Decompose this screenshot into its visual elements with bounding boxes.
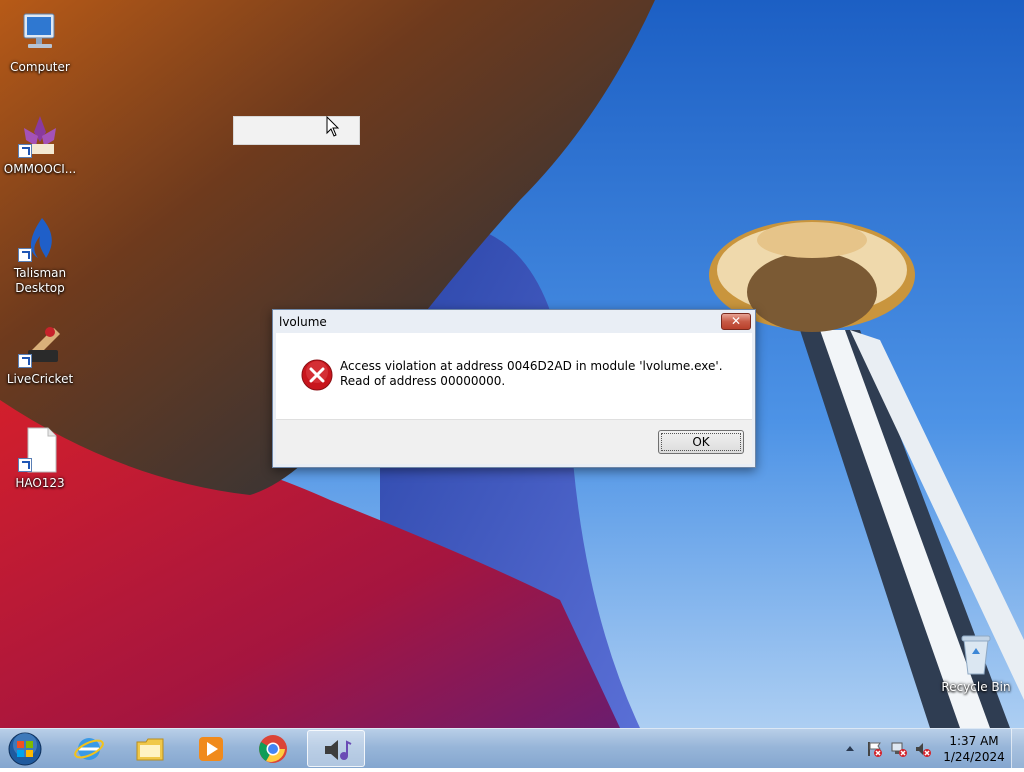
volume-muted-icon[interactable] [914,740,932,758]
taskbar: 1:37 AM 1/24/2024 [0,728,1024,769]
taskbar-internet-explorer[interactable] [60,730,118,767]
ok-button[interactable]: OK [658,430,744,454]
cricket-bat-icon [16,322,64,370]
desktop-icon-ommoocl[interactable]: OMMOOCI... [0,112,80,177]
desktop-icon-label: OMMOOCI... [3,162,77,176]
desktop-icon-recycle-bin[interactable]: Recycle Bin [936,630,1016,695]
desktop-icon-computer[interactable]: Computer [0,10,80,75]
dialog-title: lvolume [279,315,327,329]
mouse-cursor-icon [326,116,340,137]
show-desktop-button[interactable] [1011,729,1024,769]
desktop-icon-hao123[interactable]: HAO123 [0,426,80,491]
dialog-message: Access violation at address 0046D2AD in … [340,359,723,388]
lvolume-app-icon [325,740,352,760]
taskbar-file-explorer[interactable] [121,730,179,767]
blank-file-icon [16,426,64,474]
file-explorer-icon [136,738,164,761]
shortcut-arrow-icon [18,354,32,368]
error-icon [301,359,333,391]
shortcut-arrow-icon [18,144,32,158]
lotus-app-icon [16,112,64,160]
media-player-icon [199,737,223,761]
error-dialog: lvolume ✕ Access violation at address 00… [272,309,756,468]
show-hidden-icons-icon[interactable] [844,743,856,753]
desktop-icon-label: HAO123 [15,476,65,490]
desktop-icon-label: Talisman Desktop [13,266,67,295]
taskbar-lvolume[interactable] [307,730,365,767]
start-button[interactable] [4,730,46,768]
taskbar-clock[interactable]: 1:37 AM 1/24/2024 [942,733,1006,765]
desktop-icon-label: Recycle Bin [941,680,1011,694]
dialog-footer: OK [276,419,752,464]
action-center-flag-icon[interactable] [866,740,884,758]
blank-tooltip [233,116,360,145]
desktop-icon-label: LiveCricket [6,372,74,386]
network-disconnected-icon[interactable] [890,740,908,758]
clock-date: 1/24/2024 [943,750,1005,764]
shortcut-arrow-icon [18,458,32,472]
recycle-bin-icon [952,630,1000,678]
dialog-body: Access violation at address 0046D2AD in … [276,333,752,419]
taskbar-chrome[interactable] [244,730,302,767]
chrome-icon [259,735,287,763]
computer-icon [16,10,64,58]
desktop-icon-livecricket[interactable]: LiveCricket [0,322,80,387]
internet-explorer-icon [74,738,104,760]
talisman-flame-icon [16,216,64,264]
desktop-icon-label: Computer [10,60,70,74]
clock-time: 1:37 AM [949,734,999,748]
close-icon: ✕ [730,314,742,328]
close-button[interactable]: ✕ [721,313,751,330]
desktop-icon-talisman[interactable]: Talisman Desktop [0,216,80,296]
shortcut-arrow-icon [18,248,32,262]
start-orb-icon [8,732,42,766]
taskbar-media-player[interactable] [182,730,240,767]
